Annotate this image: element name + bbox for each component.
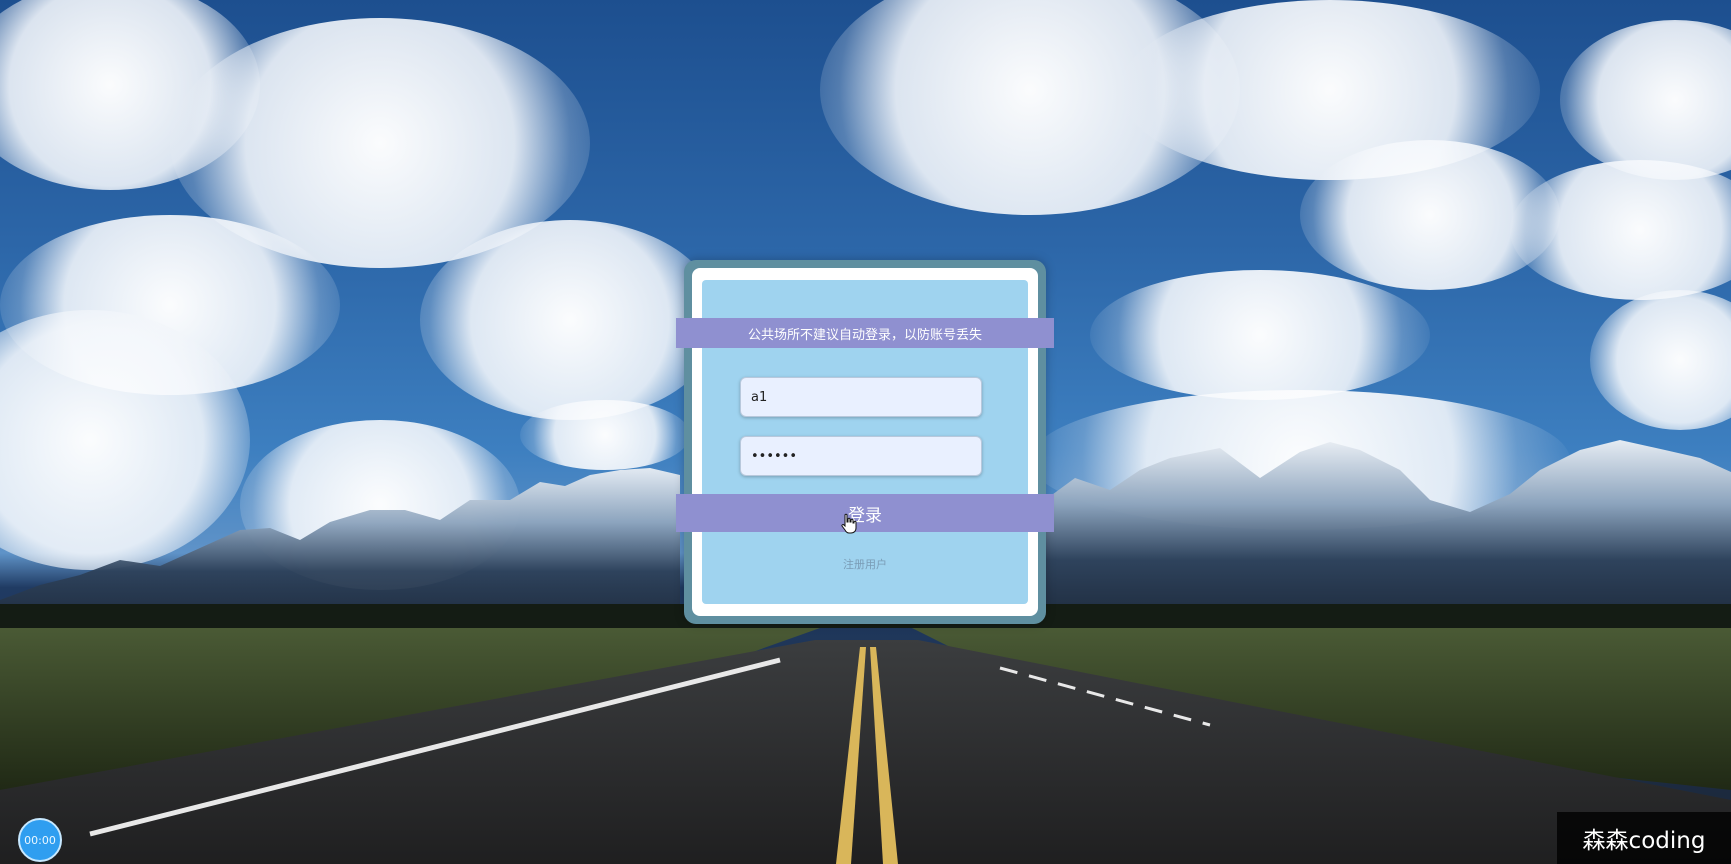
login-card: 公共场所不建议自动登录，以防账号丢失 登录 注册用户: [676, 268, 1054, 616]
password-input[interactable]: [740, 436, 982, 476]
register-link[interactable]: 注册用户: [702, 556, 1028, 572]
login-modal: 公共场所不建议自动登录，以防账号丢失 登录 注册用户: [676, 260, 1054, 624]
timer-badge: 00:00: [18, 818, 62, 862]
hand-pointer-icon: [841, 513, 857, 534]
login-panel: 公共场所不建议自动登录，以防账号丢失 登录 注册用户: [676, 280, 1054, 604]
watermark-label: 森森coding: [1557, 812, 1731, 864]
username-input[interactable]: [740, 377, 982, 417]
notice-banner: 公共场所不建议自动登录，以防账号丢失: [676, 318, 1054, 348]
login-button[interactable]: 登录: [676, 494, 1054, 532]
